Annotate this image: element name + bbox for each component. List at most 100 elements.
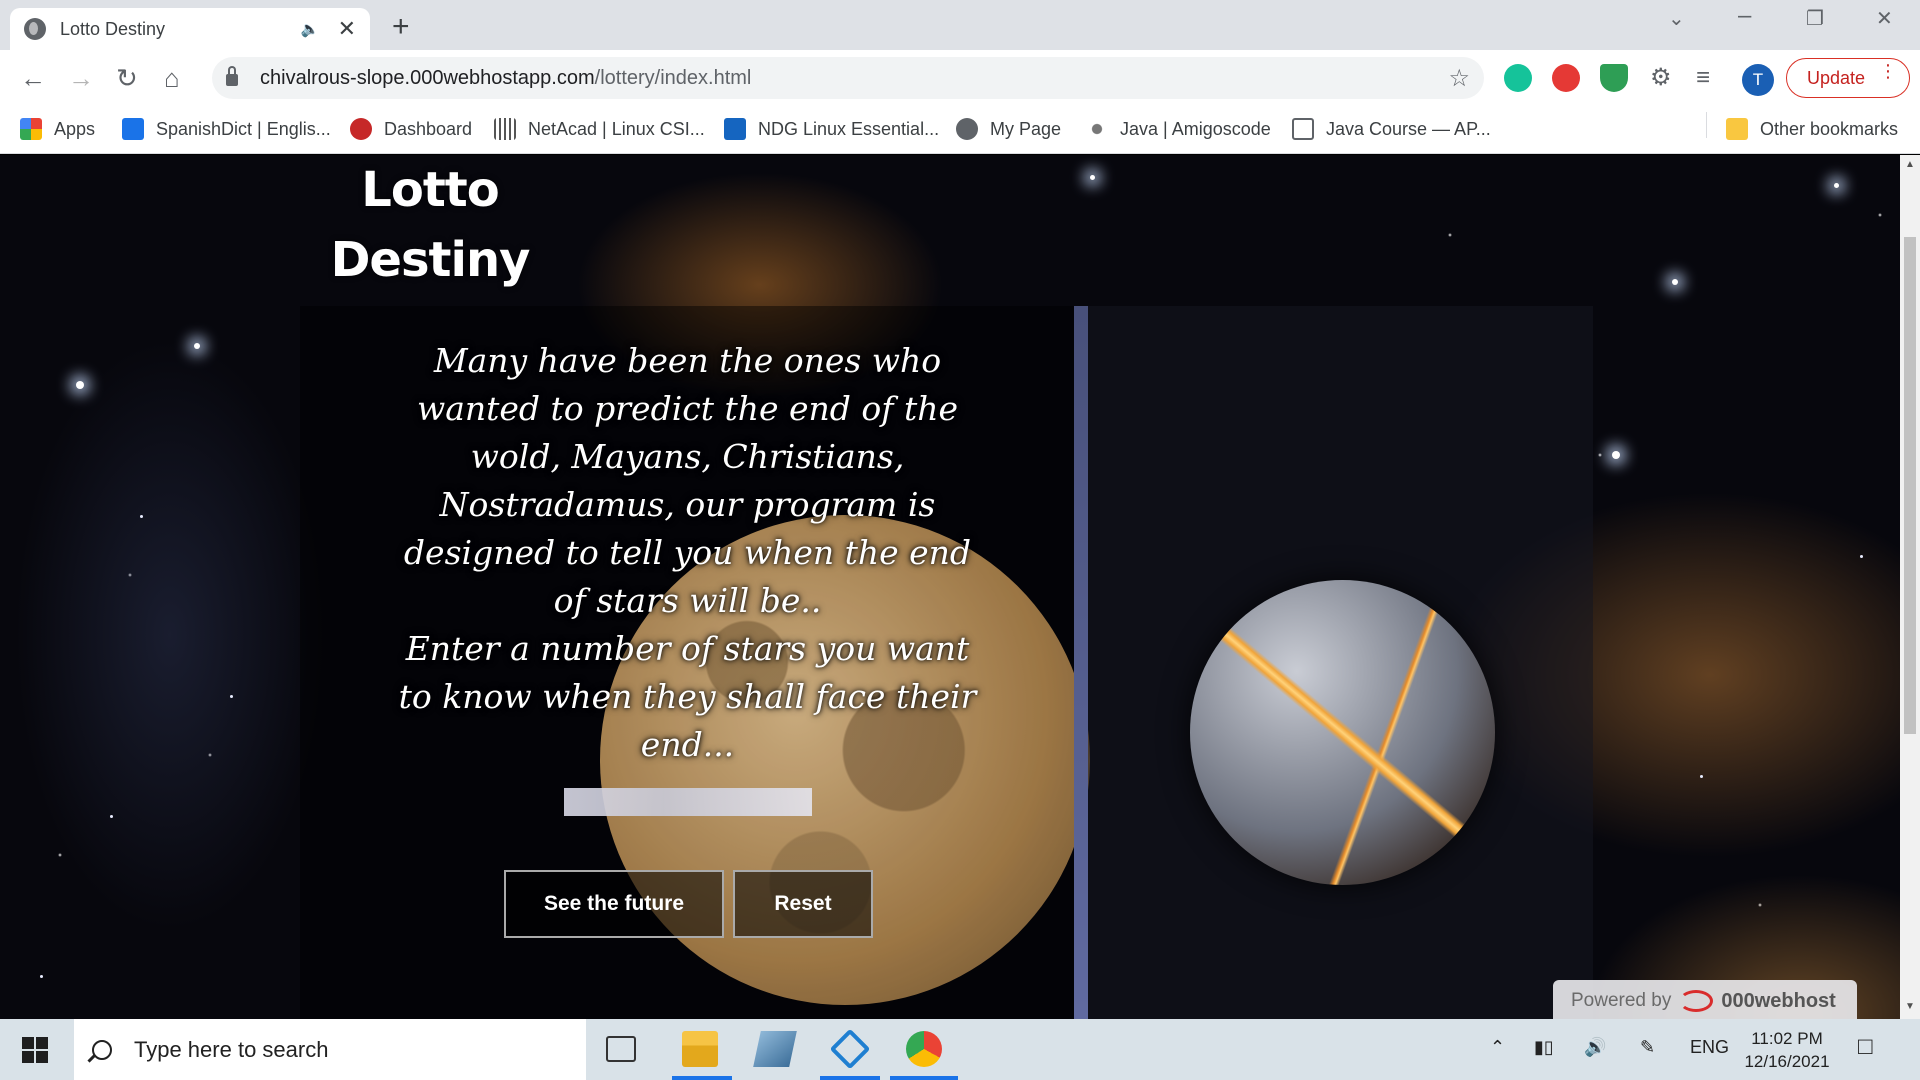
grammarly-extension-icon[interactable] bbox=[1504, 64, 1532, 92]
bookmark-label: Java Course — AP... bbox=[1326, 118, 1491, 139]
apps-grid-icon bbox=[20, 118, 42, 140]
lock-icon[interactable] bbox=[226, 66, 238, 86]
bookmark-my-page[interactable]: My Page bbox=[956, 118, 1061, 140]
file-explorer-icon[interactable] bbox=[682, 1031, 718, 1067]
close-tab-icon[interactable]: ✕ bbox=[338, 16, 356, 42]
amigoscode-icon bbox=[1086, 118, 1108, 140]
page-scrollbar[interactable]: ▲ ▼ bbox=[1900, 155, 1920, 1019]
cisco-icon bbox=[494, 118, 516, 140]
volume-icon[interactable]: 🔊 bbox=[1584, 1037, 1606, 1058]
extension-red-icon[interactable] bbox=[1552, 64, 1580, 92]
reset-button[interactable]: Reset bbox=[733, 870, 873, 938]
more-menu-icon[interactable]: ⋮ bbox=[1879, 62, 1897, 80]
bookmark-spanishdict[interactable]: SpanishDict | Englis... bbox=[122, 118, 331, 140]
bookmark-java-course[interactable]: Java Course — AP... bbox=[1292, 118, 1491, 140]
prompt-text: Enter a number of stars you want to know… bbox=[398, 629, 977, 764]
bookmark-dashboard[interactable]: Dashboard bbox=[350, 118, 472, 140]
bookmark-label: NetAcad | Linux CSI... bbox=[528, 118, 705, 139]
star-decoration bbox=[76, 381, 84, 389]
star-decoration bbox=[1834, 183, 1839, 188]
url-text[interactable]: chivalrous-slope.000webhostapp.com/lotte… bbox=[260, 67, 1448, 90]
star-decoration bbox=[194, 343, 200, 349]
profile-avatar[interactable]: T bbox=[1742, 64, 1774, 96]
speaker-icon[interactable]: 🔈 bbox=[301, 20, 320, 38]
bookmark-apps[interactable]: Apps bbox=[20, 118, 95, 140]
puzzle-extensions-icon[interactable]: ⚙ bbox=[1650, 63, 1672, 93]
notifications-icon[interactable]: □ bbox=[1858, 1033, 1873, 1061]
minimize-window-button[interactable]: – bbox=[1738, 2, 1751, 30]
address-bar[interactable]: chivalrous-slope.000webhostapp.com/lotte… bbox=[212, 57, 1484, 99]
language-indicator[interactable]: ENG bbox=[1690, 1037, 1729, 1058]
bookmark-label: Dashboard bbox=[384, 118, 473, 139]
scroll-up-arrow-icon[interactable]: ▲ bbox=[1905, 159, 1915, 170]
panel-divider bbox=[1074, 306, 1088, 1019]
star-decoration bbox=[110, 815, 113, 818]
bookmark-label: SpanishDict | Englis... bbox=[156, 118, 331, 139]
folder-icon bbox=[1726, 118, 1748, 140]
update-button[interactable]: Update ⋮ bbox=[1786, 58, 1910, 98]
bookmarks-separator bbox=[1706, 112, 1707, 138]
tab-search-icon[interactable]: ⌄ bbox=[1668, 6, 1685, 31]
restore-window-button[interactable]: ❐ bbox=[1806, 6, 1824, 31]
bookmark-label: NDG Linux Essential... bbox=[758, 118, 940, 139]
update-label: Update bbox=[1807, 67, 1866, 88]
ndg-icon bbox=[724, 118, 746, 140]
clock-date: 12/16/2021 bbox=[1744, 1052, 1830, 1071]
star-decoration bbox=[1860, 555, 1863, 558]
bookmark-star-icon[interactable]: ☆ bbox=[1448, 64, 1470, 93]
see-the-future-button[interactable]: See the future bbox=[504, 870, 724, 938]
notepad-icon[interactable] bbox=[753, 1031, 797, 1067]
story-text: Many have been the ones who wanted to pr… bbox=[403, 341, 972, 620]
close-window-button[interactable]: ✕ bbox=[1876, 6, 1893, 31]
scrollbar-thumb[interactable] bbox=[1904, 237, 1916, 734]
star-decoration bbox=[140, 515, 143, 518]
stars-number-input[interactable] bbox=[564, 788, 812, 816]
file-explorer-active-indicator bbox=[672, 1076, 732, 1080]
forward-arrow-icon[interactable]: → bbox=[68, 63, 94, 93]
search-icon bbox=[92, 1039, 112, 1060]
star-decoration bbox=[1700, 775, 1703, 778]
powered-by-label: Powered by bbox=[1571, 990, 1672, 1011]
other-bookmarks[interactable]: Other bookmarks bbox=[1726, 118, 1898, 140]
battery-icon[interactable]: ▮▯ bbox=[1534, 1037, 1554, 1058]
back-arrow-icon[interactable]: ← bbox=[20, 63, 46, 93]
dashboard-icon bbox=[350, 118, 372, 140]
bookmark-ndg-linux[interactable]: NDG Linux Essential... bbox=[724, 118, 939, 140]
pen-icon[interactable]: ✎ bbox=[1640, 1037, 1655, 1058]
bookmark-amigoscode[interactable]: Java | Amigoscode bbox=[1086, 118, 1271, 140]
star-decoration bbox=[1672, 279, 1678, 285]
tab-strip: Lotto Destiny 🔈 ✕ + ⌄ – ❐ ✕ bbox=[0, 0, 1920, 50]
powered-by-badge[interactable]: Powered by 000webhost bbox=[1553, 980, 1857, 1019]
reload-icon[interactable]: ↻ bbox=[116, 63, 138, 93]
windows-start-icon[interactable] bbox=[22, 1037, 48, 1063]
scroll-down-arrow-icon[interactable]: ▼ bbox=[1905, 1001, 1915, 1012]
tab-title: Lotto Destiny bbox=[60, 18, 166, 39]
webhost-logo-icon bbox=[1679, 990, 1714, 1012]
star-decoration bbox=[1612, 451, 1620, 459]
bookmark-netacad[interactable]: NetAcad | Linux CSI... bbox=[494, 118, 705, 140]
bookmark-label: Apps bbox=[54, 118, 96, 139]
task-view-icon[interactable] bbox=[606, 1036, 636, 1062]
star-decoration bbox=[1090, 175, 1095, 180]
show-hidden-icons-icon[interactable]: ⌃ bbox=[1490, 1037, 1505, 1058]
powered-by-brand: 000webhost bbox=[1721, 989, 1836, 1012]
new-tab-button[interactable]: + bbox=[392, 10, 410, 44]
home-icon[interactable]: ⌂ bbox=[164, 63, 180, 93]
browser-toolbar: ← → ↻ ⌂ chivalrous-slope.000webhostapp.c… bbox=[0, 50, 1920, 106]
cracked-planet-image bbox=[1190, 580, 1495, 885]
browser-tab-active[interactable]: Lotto Destiny 🔈 ✕ bbox=[10, 8, 370, 50]
vscode-icon[interactable] bbox=[829, 1028, 871, 1070]
star-decoration bbox=[230, 695, 233, 698]
vscode-active-indicator bbox=[820, 1076, 880, 1080]
bookmark-label: Java | Amigoscode bbox=[1120, 118, 1271, 139]
doc-icon bbox=[1292, 118, 1314, 140]
globe-icon bbox=[956, 118, 978, 140]
taskbar-search-box[interactable]: Type here to search bbox=[74, 1019, 586, 1080]
clock-time: 11:02 PM bbox=[1751, 1029, 1823, 1048]
other-bookmarks-label: Other bookmarks bbox=[1760, 118, 1899, 139]
media-queue-icon[interactable]: ≡ bbox=[1696, 63, 1710, 93]
chrome-active-indicator bbox=[890, 1076, 958, 1080]
chrome-icon[interactable] bbox=[906, 1031, 942, 1067]
taskbar-clock[interactable]: 11:02 PM 12/16/2021 bbox=[1742, 1027, 1832, 1073]
shield-extension-icon[interactable] bbox=[1600, 64, 1628, 92]
